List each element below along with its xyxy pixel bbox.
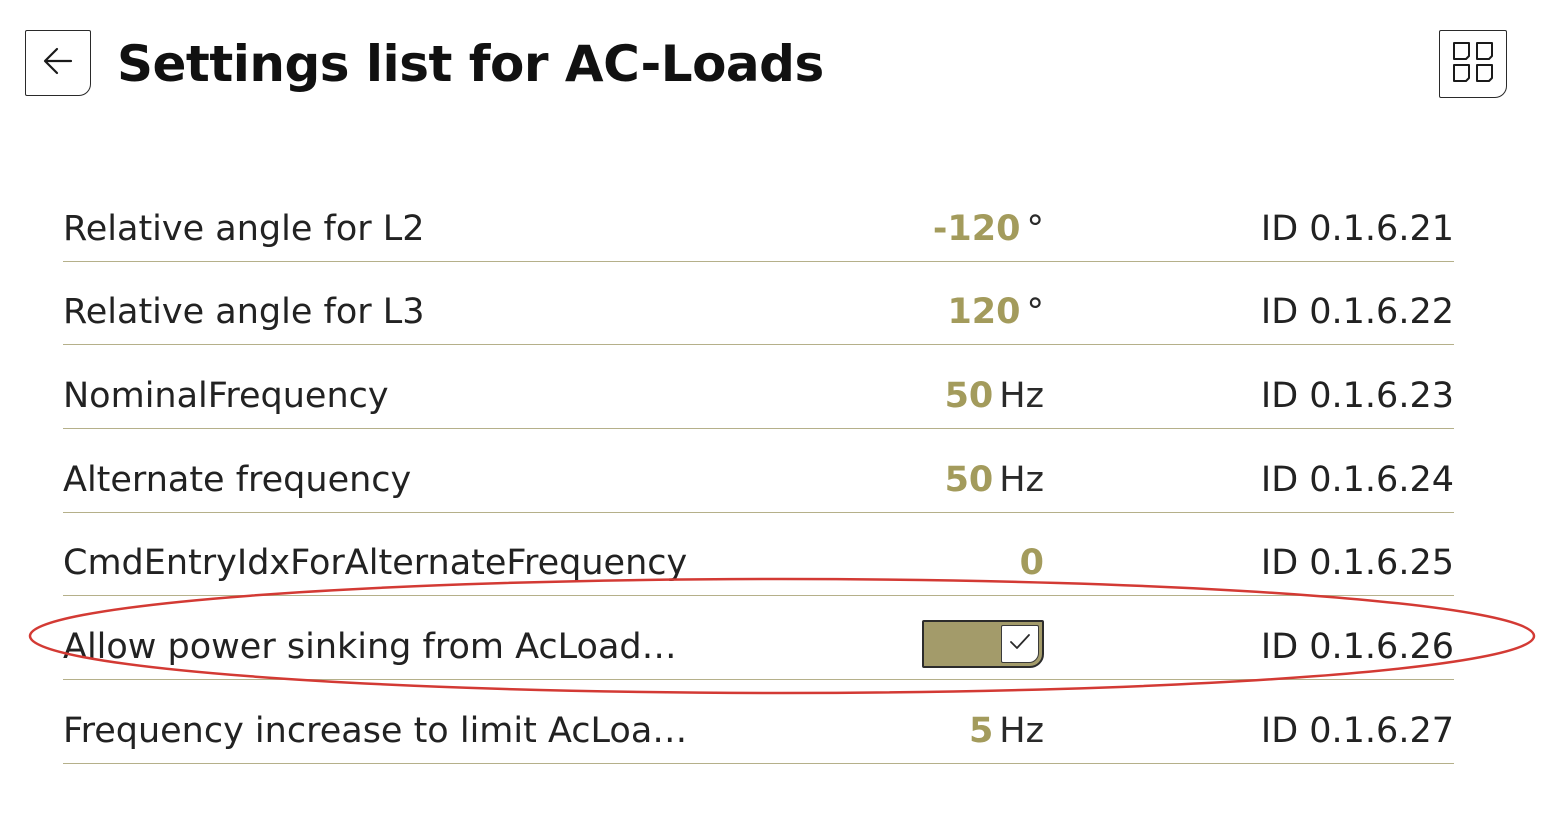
- checkmark-icon: [1007, 629, 1033, 660]
- setting-label: Relative angle for L2: [63, 208, 425, 249]
- setting-value[interactable]: -120 °: [933, 209, 1044, 249]
- settings-row-alternate-frequency[interactable]: Alternate frequency 50 Hz ID 0.1.6.24: [63, 429, 1454, 513]
- value-number: 5: [968, 710, 994, 751]
- setting-value[interactable]: 50 Hz: [945, 460, 1044, 500]
- setting-id: ID 0.1.6.22: [1260, 292, 1454, 333]
- toggle-knob: [1001, 625, 1039, 664]
- page-title: Settings list for AC-Loads: [117, 35, 824, 93]
- grid-view-button[interactable]: [1439, 30, 1507, 98]
- value-unit: Hz: [999, 376, 1044, 417]
- settings-row-relative-angle-l3[interactable]: Relative angle for L3 120 ° ID 0.1.6.22: [63, 262, 1454, 346]
- value-unit: °: [1026, 292, 1045, 333]
- value-number: 50: [944, 376, 994, 417]
- arrow-left-icon: [39, 42, 77, 85]
- settings-list: Relative angle for L2 -120 ° ID 0.1.6.21 …: [63, 178, 1454, 764]
- power-sinking-toggle[interactable]: [922, 620, 1044, 669]
- setting-id: ID 0.1.6.24: [1260, 459, 1454, 500]
- setting-label: Allow power sinking from AcLoad…: [63, 627, 677, 668]
- settings-row-relative-angle-l2[interactable]: Relative angle for L2 -120 ° ID 0.1.6.21: [63, 178, 1454, 262]
- value-number: 50: [944, 459, 994, 500]
- setting-value[interactable]: 50 Hz: [945, 376, 1044, 416]
- value-unit: Hz: [999, 710, 1044, 751]
- setting-id: ID 0.1.6.23: [1260, 376, 1454, 417]
- setting-label: CmdEntryIdxForAlternateFrequency: [63, 543, 688, 584]
- grid-icon: [1451, 40, 1495, 89]
- setting-label: Relative angle for L3: [63, 292, 425, 333]
- setting-label: Frequency increase to limit AcLoa…: [63, 710, 688, 751]
- settings-row-nominal-frequency[interactable]: NominalFrequency 50 Hz ID 0.1.6.23: [63, 345, 1454, 430]
- setting-label: NominalFrequency: [63, 376, 389, 417]
- setting-id: ID 0.1.6.27: [1260, 710, 1454, 751]
- settings-row-cmd-entry-idx[interactable]: CmdEntryIdxForAlternateFrequency 0 ID 0.…: [63, 513, 1454, 597]
- value-number: -120: [932, 208, 1021, 249]
- setting-value[interactable]: 5 Hz: [969, 711, 1044, 751]
- value-unit: °: [1026, 208, 1045, 249]
- setting-id: ID 0.1.6.21: [1260, 208, 1454, 249]
- value-unit: Hz: [999, 459, 1044, 500]
- value-number: 120: [947, 292, 1021, 333]
- setting-label: Alternate frequency: [63, 459, 412, 500]
- setting-value[interactable]: 120 °: [947, 292, 1044, 332]
- setting-value[interactable]: 0: [1020, 543, 1044, 583]
- back-button[interactable]: [25, 30, 91, 96]
- settings-row-allow-power-sinking[interactable]: Allow power sinking from AcLoad… ID 0.1.…: [63, 596, 1454, 681]
- setting-id: ID 0.1.6.26: [1260, 627, 1454, 668]
- setting-id: ID 0.1.6.25: [1260, 543, 1454, 584]
- value-number: 0: [1019, 543, 1044, 584]
- settings-row-frequency-increase[interactable]: Frequency increase to limit AcLoa… 5 Hz I…: [63, 680, 1454, 764]
